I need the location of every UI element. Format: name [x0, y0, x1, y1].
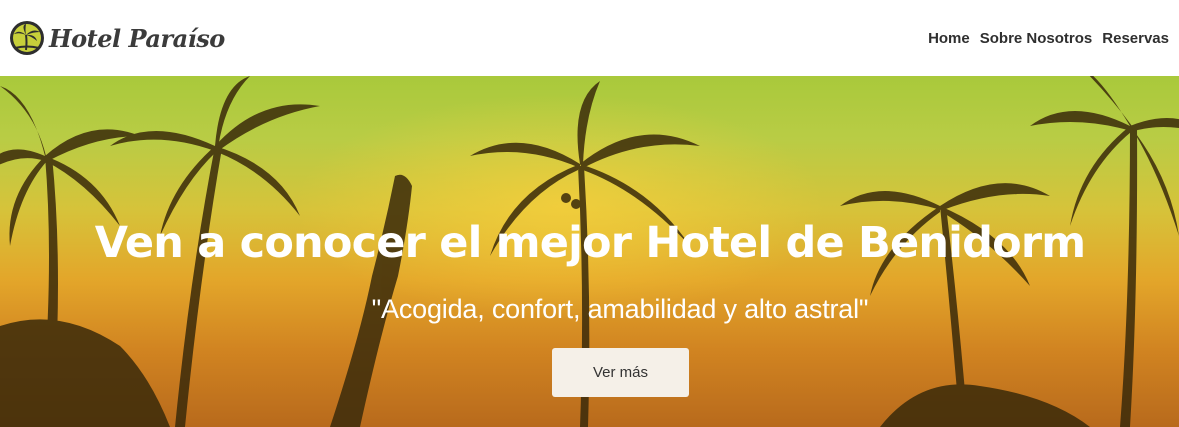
- brand-link[interactable]: Hotel Paraíso: [9, 20, 225, 56]
- brand-name: Hotel Paraíso: [49, 23, 225, 53]
- nav-link-sobre-nosotros[interactable]: Sobre Nosotros: [980, 30, 1093, 47]
- hero-subtitle: "Acogida, confort, amabilidad y alto ast…: [371, 294, 869, 324]
- main-nav: Home Sobre Nosotros Reservas: [928, 30, 1169, 47]
- navbar: Hotel Paraíso Home Sobre Nosotros Reserv…: [0, 0, 1179, 76]
- nav-link-home[interactable]: Home: [928, 30, 970, 47]
- hero-title: Ven a conocer el mejor Hotel de Benidorm: [94, 218, 1086, 268]
- hero-banner: Ven a conocer el mejor Hotel de Benidorm…: [0, 76, 1179, 427]
- hero-content: Ven a conocer el mejor Hotel de Benidorm…: [0, 76, 1179, 427]
- palm-tree-logo-icon: [10, 21, 44, 55]
- nav-link-reservas[interactable]: Reservas: [1102, 30, 1169, 47]
- ver-mas-button[interactable]: Ver más: [552, 348, 689, 397]
